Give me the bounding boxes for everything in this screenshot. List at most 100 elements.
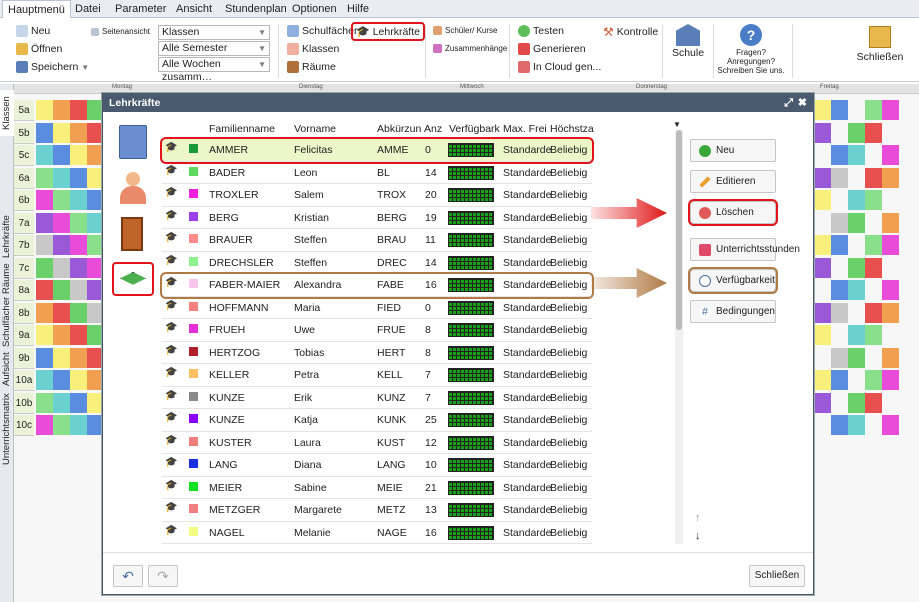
cloud-generate-button[interactable]: In Cloud gen... <box>518 61 601 73</box>
new-teacher-button[interactable]: Neu <box>690 139 776 162</box>
tab-raeume[interactable]: Räume <box>0 263 14 294</box>
menu-stundenplan[interactable]: Stundenplan <box>225 0 287 18</box>
timetable-cell[interactable] <box>70 190 87 210</box>
timetable-cell[interactable] <box>70 100 87 120</box>
class-label[interactable]: 6b <box>14 190 34 211</box>
table-row[interactable]: 🎓 KUNZE Katja KUNK 25 Standarde Beliebig <box>162 409 592 432</box>
timetable-cell[interactable] <box>70 415 87 435</box>
class-label[interactable]: 7a <box>14 212 34 234</box>
new-button[interactable]: Neu <box>16 25 50 37</box>
timetable-cell[interactable] <box>831 347 848 368</box>
timetable-cell[interactable] <box>831 370 848 390</box>
table-row[interactable]: 🎓 BADER Leon BL 14 Standarde Beliebig <box>162 162 592 184</box>
timetable-cell[interactable] <box>36 122 53 143</box>
scrollbar-track[interactable] <box>675 130 683 544</box>
timetable-cell[interactable] <box>53 190 70 210</box>
class-label[interactable]: 8b <box>14 302 34 324</box>
open-button[interactable]: Öffnen <box>16 43 62 55</box>
timetable-cell[interactable] <box>70 167 87 188</box>
maximize-icon[interactable]: ⤢ <box>784 94 793 112</box>
timetable-cell[interactable] <box>831 212 848 233</box>
table-row[interactable]: 🎓 MEIER Sabine MEIE 21 Standarde Beliebig <box>162 477 592 499</box>
view-select[interactable]: Klassen ▼ <box>158 25 270 40</box>
timetable-cell[interactable] <box>70 302 87 323</box>
tab-schulfaecher[interactable]: Schulfächer <box>0 294 14 349</box>
timetable-cell[interactable] <box>53 257 70 278</box>
timetable-cell[interactable] <box>36 370 53 390</box>
timetable-cell[interactable] <box>70 280 87 300</box>
availability-button[interactable]: Verfügbarkeit <box>690 269 776 292</box>
students-people-icon[interactable] <box>116 172 150 206</box>
delete-teacher-button[interactable]: Löschen <box>690 201 776 224</box>
kontrolle-button[interactable]: ⚒ Kontrolle <box>603 25 658 39</box>
class-label[interactable]: 10b <box>14 392 34 414</box>
timetable-cell[interactable] <box>814 190 831 210</box>
menu-hilfe[interactable]: Hilfe <box>347 0 369 18</box>
timetable-cell[interactable] <box>882 167 899 188</box>
lehrkraefte-button[interactable]: 🎓 Lehrkräfte <box>351 22 425 41</box>
class-label[interactable]: 9b <box>14 347 34 369</box>
generieren-button[interactable]: Generieren <box>518 43 586 55</box>
timetable-cell[interactable] <box>865 325 882 345</box>
timetable-cell[interactable] <box>831 167 848 188</box>
door-icon[interactable] <box>121 217 143 251</box>
timetable-cell[interactable] <box>882 145 899 165</box>
timetable-cell[interactable] <box>53 145 70 165</box>
timetable-cell[interactable] <box>831 235 848 255</box>
timetable-cell[interactable] <box>831 302 848 323</box>
timetable-cell[interactable] <box>814 302 831 323</box>
timetable-cell[interactable] <box>848 122 865 143</box>
schulfaecher-book-icon[interactable] <box>119 125 147 159</box>
table-row[interactable]: 🎓 AMMER Felicitas AMME 0 Standarde Beliebig <box>162 139 592 162</box>
timetable-cell[interactable] <box>36 392 53 413</box>
timetable-cell[interactable] <box>70 257 87 278</box>
timetable-cell[interactable] <box>70 370 87 390</box>
table-row[interactable]: 🎓 NAGEL Melanie NAGE 16 Standarde Beliebig <box>162 522 592 544</box>
timetable-cell[interactable] <box>53 370 70 390</box>
tab-aufsicht[interactable]: Aufsicht <box>0 349 14 389</box>
menu-parameter[interactable]: Parameter <box>115 0 166 18</box>
timetable-cell[interactable] <box>865 392 882 413</box>
timetable-cell[interactable] <box>848 257 865 278</box>
tab-klassen[interactable]: Klassen <box>0 90 14 136</box>
col-verfuegbarkeit[interactable]: Verfügbark <box>449 123 501 135</box>
schulfaecher-button[interactable]: Schulfächer <box>287 25 357 37</box>
seitenansicht-button[interactable]: Seitenansicht <box>91 27 150 36</box>
timetable-cell[interactable] <box>70 347 87 368</box>
timetable-cell[interactable] <box>865 122 882 143</box>
tab-unterrichtsmatrix[interactable]: Unterrichtsmatrix <box>0 389 14 469</box>
timetable-cell[interactable] <box>814 370 831 390</box>
conditions-button[interactable]: # Bedingungen <box>690 300 776 323</box>
timetable-cell[interactable] <box>882 280 899 300</box>
timetable-cell[interactable] <box>53 392 70 413</box>
scrollbar-thumb[interactable] <box>676 130 682 330</box>
timetable-cell[interactable] <box>831 145 848 165</box>
timetable-cell[interactable] <box>882 347 899 368</box>
timetable-cell[interactable] <box>70 212 87 233</box>
timetable-cell[interactable] <box>814 100 831 120</box>
lehrkraefte-category-button[interactable] <box>112 262 154 296</box>
table-row[interactable]: 🎓 KELLER Petra KELL 7 Standarde Beliebig <box>162 364 592 387</box>
tab-lehrkraefte[interactable]: Lehrkräfte <box>0 212 14 262</box>
weeks-select[interactable]: Alle Wochen zusamm… ▼ <box>158 57 270 83</box>
timetable-cell[interactable] <box>36 302 53 323</box>
timetable-cell[interactable] <box>36 235 53 255</box>
timetable-cell[interactable] <box>848 190 865 210</box>
timetable-cell[interactable] <box>831 100 848 120</box>
timetable-cell[interactable] <box>865 302 882 323</box>
timetable-cell[interactable] <box>36 167 53 188</box>
menu-hauptmenue[interactable]: Hauptmenü <box>2 0 71 19</box>
timetable-cell[interactable] <box>53 235 70 255</box>
class-label[interactable]: 7b <box>14 235 34 256</box>
table-row[interactable]: 🎓 HERTZOG Tobias HERT 8 Standarde Beliebig <box>162 342 592 364</box>
table-row[interactable]: 🎓 BERG Kristian BERG 19 Standarde Beliebig <box>162 207 592 229</box>
timetable-cell[interactable] <box>882 235 899 255</box>
timetable-cell[interactable] <box>70 235 87 255</box>
timetable-cell[interactable] <box>36 257 53 278</box>
table-row[interactable]: 🎓 TROXLER Salem TROX 20 Standarde Beliebig <box>162 184 592 207</box>
close-icon[interactable]: ✖ <box>798 94 807 112</box>
klassen-button[interactable]: Klassen <box>287 43 339 55</box>
timetable-cell[interactable] <box>70 122 87 143</box>
timetable-cell[interactable] <box>882 100 899 120</box>
timetable-cell[interactable] <box>882 302 899 323</box>
